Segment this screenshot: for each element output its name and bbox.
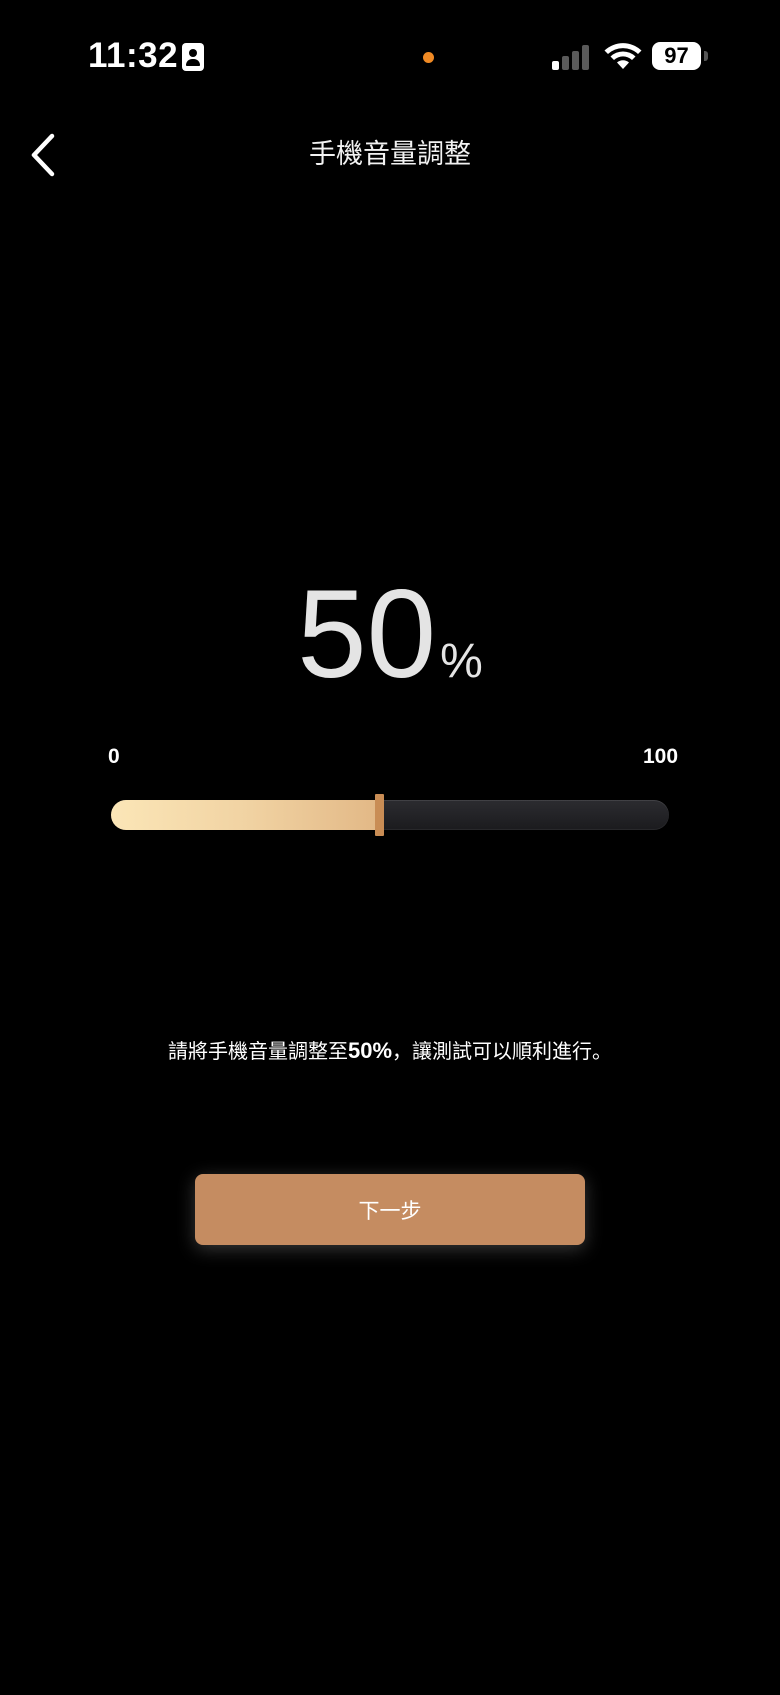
slider-fill bbox=[111, 800, 379, 830]
status-bar: 11:32 97 bbox=[0, 0, 780, 110]
chevron-left-icon bbox=[31, 133, 55, 177]
id-card-icon bbox=[182, 43, 204, 71]
battery-level: 97 bbox=[652, 42, 701, 70]
cellular-signal-icon bbox=[552, 44, 592, 70]
slider-thumb[interactable] bbox=[374, 794, 384, 836]
volume-value: 50 bbox=[297, 565, 437, 704]
volume-slider[interactable] bbox=[111, 794, 669, 836]
instruction-highlight: 50% bbox=[347, 1038, 393, 1063]
instruction-before: 請將手機音量調整至 bbox=[167, 1039, 348, 1063]
volume-unit: % bbox=[440, 635, 483, 688]
back-button[interactable] bbox=[22, 124, 72, 184]
volume-readout: 50% bbox=[190, 565, 590, 705]
scale-max-label: 100 bbox=[643, 745, 679, 768]
scale-min-label: 0 bbox=[108, 745, 120, 768]
page-title: 手機音量調整 bbox=[309, 139, 471, 170]
wifi-icon bbox=[604, 43, 642, 69]
battery-icon: 97 bbox=[652, 42, 708, 70]
privacy-indicator-dot bbox=[423, 52, 434, 63]
instruction-after: ，讓測試可以順利進行。 bbox=[392, 1039, 613, 1063]
instruction-text: 請將手機音量調整至50%，讓測試可以順利進行。 bbox=[40, 1033, 740, 1069]
next-step-button[interactable]: 下一步 bbox=[195, 1174, 585, 1245]
status-time: 11:32 bbox=[88, 36, 179, 75]
